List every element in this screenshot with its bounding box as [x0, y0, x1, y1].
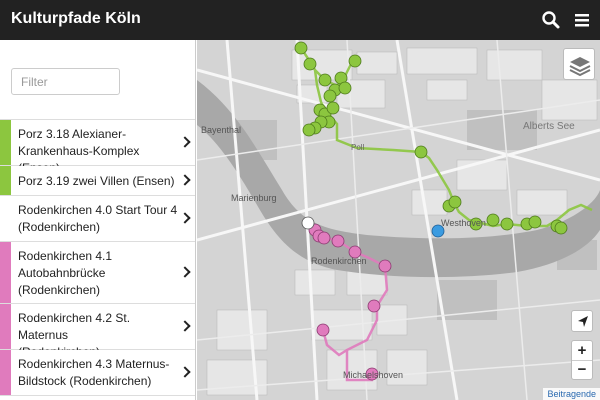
- label-alberts-see: Alberts See: [523, 121, 575, 132]
- list-item-label-line: Porz 3.18 Alexianer-: [18, 127, 127, 141]
- search-icon[interactable]: [541, 10, 561, 30]
- route-color-bar: [0, 350, 11, 395]
- label-westhoven: Westhoven: [441, 218, 486, 228]
- attribution-link[interactable]: Beitragende: [543, 388, 600, 400]
- list-item[interactable]: Rodenkirchen 4.3 Maternus- Bildstock (Rod…: [0, 350, 195, 396]
- list-item-label-line: Porz 3.19 zwei Villen (Ensen): [18, 173, 175, 188]
- list-item[interactable]: Porz 3.19 zwei Villen (Ensen): [0, 166, 195, 196]
- zoom-control: + −: [571, 340, 593, 380]
- sidebar: Porz 3.18 Alexianer-Krankenhaus-Komplex …: [0, 40, 196, 400]
- app-header: Kulturpfade Köln: [0, 0, 600, 40]
- list-item-label-line: Rodenkirchen 4.0 Start Tour 4: [18, 203, 178, 217]
- route-color-bar: [0, 242, 11, 303]
- label-marienburg: Marienburg: [231, 193, 277, 203]
- list-item-label: Porz 3.19 zwei Villen (Ensen): [18, 173, 179, 190]
- route-color-bar: [0, 166, 11, 195]
- list-item-label: Rodenkirchen 4.1 Autobahnbrücke (Rodenkirc…: [18, 248, 179, 299]
- zoom-in-button[interactable]: +: [572, 341, 592, 361]
- filter-input[interactable]: [11, 68, 120, 95]
- locate-button[interactable]: [571, 310, 593, 332]
- layers-icon: [569, 57, 591, 77]
- chevron-right-icon: [179, 320, 191, 332]
- layers-button[interactable]: [563, 48, 595, 80]
- list-item-label-line: Bildstock (Rodenkirchen): [18, 374, 152, 388]
- list-item-label-line: Rodenkirchen 4.2 St. Maternus: [18, 311, 131, 342]
- map-view[interactable]: Bayenthal Marienburg Westhoven Rodenkirc…: [197, 40, 600, 400]
- hamburger-menu-icon[interactable]: [574, 10, 594, 30]
- route-color-bar: [0, 304, 11, 349]
- list-item-label: Rodenkirchen 4.0 Start Tour 4 (Rodenkirch…: [18, 202, 179, 236]
- list-item-label-line: (Rodenkirchen): [18, 282, 101, 297]
- list-item-label-line: Autobahnbrücke: [18, 265, 106, 280]
- chevron-right-icon: [179, 212, 191, 224]
- app-title: Kulturpfade Köln: [11, 10, 141, 27]
- list-item[interactable]: Rodenkirchen 4.2 St. Maternus(Rodenkirch…: [0, 304, 195, 359]
- filter-section: [0, 40, 195, 120]
- list-item[interactable]: Porz 3.18 Alexianer- Krankenhaus-Komplex …: [0, 120, 195, 175]
- label-michaelshoven: Michaelshoven: [343, 370, 403, 380]
- route-color-bar: [0, 120, 11, 165]
- list-item[interactable]: Rodenkirchen 4.0 Start Tour 4 (Rodenkirch…: [0, 196, 195, 242]
- list-item-label-line: Rodenkirchen 4.1: [18, 248, 113, 263]
- chevron-right-icon: [179, 366, 191, 378]
- label-poll: Poll: [351, 143, 365, 152]
- label-bayenthal: Bayenthal: [201, 125, 241, 135]
- chevron-right-icon: [179, 136, 191, 148]
- list-item-label: Rodenkirchen 4.3 Maternus- Bildstock (Rod…: [18, 356, 179, 390]
- chevron-right-icon: [179, 266, 191, 278]
- tour-stop-list: Porz 3.18 Alexianer- Krankenhaus-Komplex …: [0, 120, 195, 396]
- chevron-right-icon: [179, 174, 191, 186]
- map-canvas[interactable]: Bayenthal Marienburg Westhoven Rodenkirc…: [197, 40, 600, 400]
- label-rodenkirchen: Rodenkirchen: [311, 256, 367, 266]
- list-item-label-line: Rodenkirchen 4.3 Maternus-: [18, 357, 170, 371]
- location-arrow-icon: [578, 316, 588, 327]
- list-item[interactable]: Rodenkirchen 4.1 Autobahnbrücke (Rodenkirc…: [0, 242, 195, 304]
- list-item-label-line: (Rodenkirchen): [18, 220, 101, 234]
- zoom-out-button[interactable]: −: [572, 361, 592, 380]
- route-color-bar: [0, 196, 11, 241]
